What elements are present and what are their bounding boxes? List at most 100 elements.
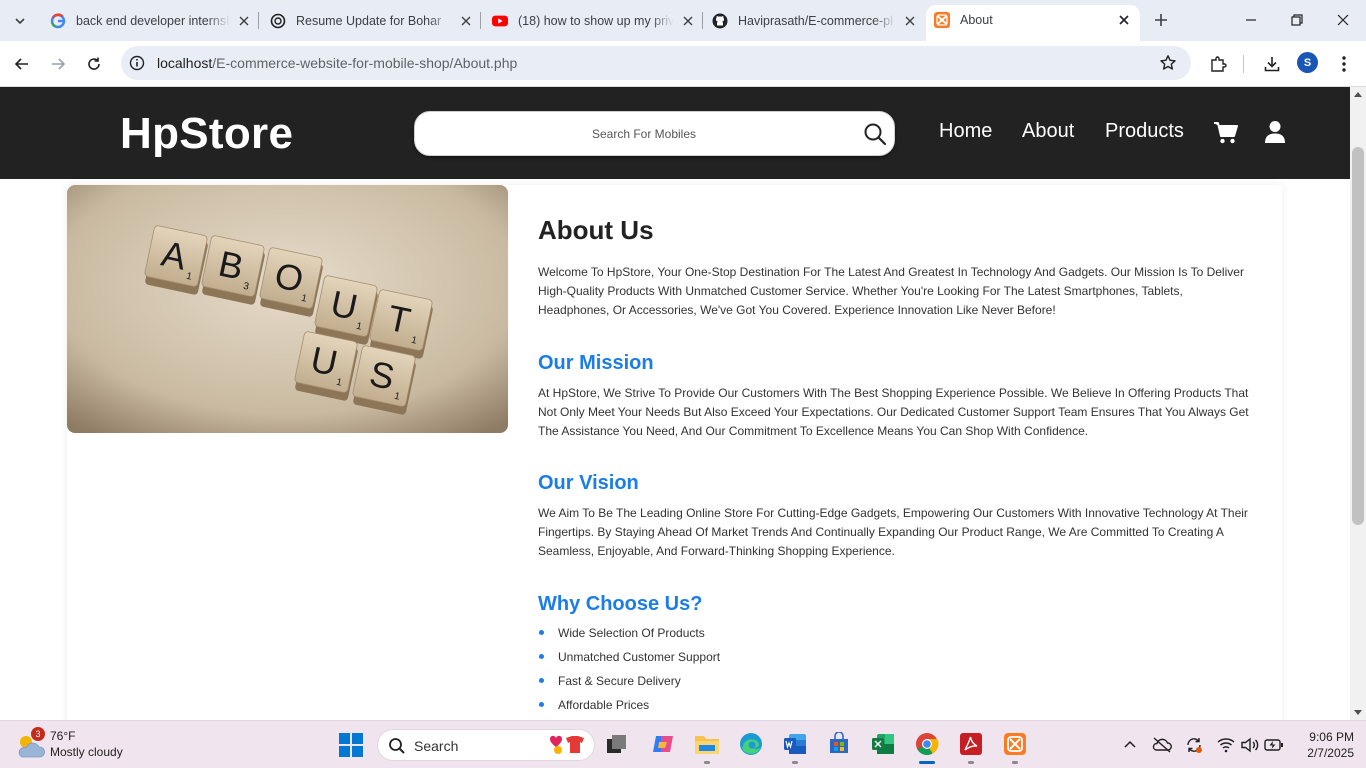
- start-button[interactable]: [339, 733, 363, 757]
- list-item: Wide Selection Of Products: [538, 624, 720, 648]
- cloud-off-icon: [1152, 737, 1172, 753]
- chrome-app[interactable]: [914, 731, 940, 764]
- mission-heading: Our Mission: [538, 352, 654, 374]
- copilot-app[interactable]: [650, 731, 676, 757]
- search-highlight-icon: [550, 735, 584, 754]
- chrome-icon: [916, 733, 939, 755]
- restore-icon: [1291, 14, 1303, 26]
- list-item: Unmatched Customer Support: [538, 648, 720, 672]
- mission-paragraph: At HpStore, We Strive To Provide Our Cus…: [538, 386, 1249, 438]
- sync-tray[interactable]: [1184, 735, 1204, 755]
- reload-button[interactable]: [80, 50, 108, 78]
- edge-app[interactable]: [738, 731, 764, 757]
- word-app[interactable]: [782, 731, 808, 764]
- github-icon: [712, 13, 728, 29]
- reload-icon: [88, 57, 100, 70]
- forward-button[interactable]: [44, 50, 72, 78]
- clock-time: 9:06 PM: [1309, 730, 1354, 744]
- xampp-icon: [1004, 733, 1026, 755]
- copilot-icon: [653, 736, 673, 752]
- task-view-icon: [607, 735, 626, 753]
- tab-title: (18) how to show up my private: [518, 13, 674, 28]
- browser-tabstrip: back end developer internship Resume Upd…: [0, 0, 1366, 41]
- tab-title: back end developer internship: [76, 13, 230, 28]
- page-viewport: HpStore Home About Products: [0, 87, 1350, 720]
- scroll-up-arrow[interactable]: [1354, 92, 1362, 97]
- back-button[interactable]: [8, 50, 36, 78]
- weather-condition: Mostly cloudy: [50, 745, 123, 759]
- browser-tab-active[interactable]: About: [926, 5, 1140, 41]
- wifi-icon: [1217, 738, 1235, 753]
- browser-tab[interactable]: back end developer internship: [42, 6, 252, 35]
- tab-search-button[interactable]: [8, 9, 32, 33]
- arrow-left-icon: [14, 58, 28, 70]
- restore-button[interactable]: [1285, 8, 1309, 32]
- chevron-up-icon: [1124, 740, 1136, 748]
- vision-paragraph: We Aim To Be The Leading Online Store Fo…: [538, 506, 1248, 558]
- sync-icon: [1187, 738, 1202, 753]
- bookmark-star-icon[interactable]: [1159, 54, 1177, 72]
- nav-home-link[interactable]: Home: [939, 120, 992, 143]
- close-icon[interactable]: [1116, 12, 1132, 28]
- store-app[interactable]: [826, 731, 852, 757]
- google-icon: [50, 12, 66, 29]
- acrobat-app[interactable]: [958, 731, 984, 764]
- search-input[interactable]: [429, 112, 859, 155]
- browser-tab[interactable]: Resume Update for Bohar: [264, 6, 474, 35]
- plus-icon: [1155, 14, 1167, 26]
- xampp-app[interactable]: [1002, 731, 1028, 764]
- edge-icon: [740, 733, 762, 755]
- close-window-button[interactable]: [1331, 8, 1355, 32]
- wifi-tray[interactable]: [1216, 735, 1236, 755]
- weather-widget[interactable]: 3 76°F Mostly cloudy: [14, 727, 154, 763]
- profile-avatar[interactable]: S: [1297, 52, 1318, 73]
- onedrive-tray[interactable]: [1152, 735, 1172, 755]
- new-tab-button[interactable]: [1150, 9, 1172, 31]
- search-icon: [389, 738, 405, 754]
- url-host: localhost: [157, 55, 213, 71]
- system-clock[interactable]: 9:06 PM 2/7/2025: [1290, 729, 1354, 761]
- close-icon[interactable]: [680, 13, 696, 29]
- speaker-icon: [1241, 737, 1259, 753]
- running-indicator: [1012, 761, 1018, 764]
- close-icon[interactable]: [902, 13, 918, 29]
- site-logo[interactable]: HpStore: [120, 109, 293, 159]
- tab-title: Haviprasath/E-commerce-pl: [738, 13, 893, 28]
- windows-taskbar: 3 76°F Mostly cloudy Search 9:06 PM 2/7/…: [0, 720, 1366, 768]
- word-icon: [784, 734, 806, 754]
- close-icon[interactable]: [236, 13, 252, 29]
- arrow-right-icon: [52, 58, 66, 70]
- search-icon[interactable]: [862, 121, 888, 147]
- browser-tab[interactable]: (18) how to show up my private: [486, 6, 696, 35]
- vision-heading: Our Vision: [538, 472, 639, 494]
- site-info-icon[interactable]: [129, 55, 145, 71]
- nav-about-link[interactable]: About: [1022, 120, 1074, 143]
- file-explorer-app[interactable]: [694, 731, 720, 764]
- volume-tray[interactable]: [1240, 735, 1260, 755]
- tray-overflow-button[interactable]: [1120, 735, 1140, 755]
- user-icon[interactable]: [1264, 120, 1286, 144]
- about-us-image: A1B3O1U1T1U1S1: [67, 185, 508, 433]
- address-bar[interactable]: localhost/E-commerce-website-for-mobile-…: [121, 46, 1191, 80]
- task-view-button[interactable]: [604, 731, 630, 757]
- xampp-icon: [934, 12, 950, 28]
- tab-title: Resume Update for Bohar: [296, 13, 442, 28]
- scrollbar-thumb[interactable]: [1352, 147, 1364, 525]
- cart-icon[interactable]: [1213, 121, 1239, 145]
- scroll-down-arrow[interactable]: [1354, 710, 1362, 715]
- site-header: HpStore Home About Products: [0, 87, 1350, 179]
- taskbar-search-label: Search: [414, 738, 459, 754]
- extensions-button[interactable]: [1206, 52, 1230, 76]
- excel-app[interactable]: [870, 731, 896, 757]
- minimize-button[interactable]: [1239, 8, 1263, 32]
- tab-separator: [258, 12, 259, 29]
- page-scrollbar[interactable]: [1350, 87, 1366, 720]
- battery-tray[interactable]: [1264, 735, 1284, 755]
- close-icon[interactable]: [458, 13, 474, 29]
- taskbar-search[interactable]: Search: [377, 729, 595, 761]
- nav-products-link[interactable]: Products: [1105, 120, 1184, 143]
- chrome-menu-button[interactable]: [1332, 52, 1356, 76]
- downloads-button[interactable]: [1260, 52, 1284, 76]
- page-title: About Us: [538, 215, 654, 245]
- browser-tab[interactable]: Haviprasath/E-commerce-pl: [708, 6, 918, 35]
